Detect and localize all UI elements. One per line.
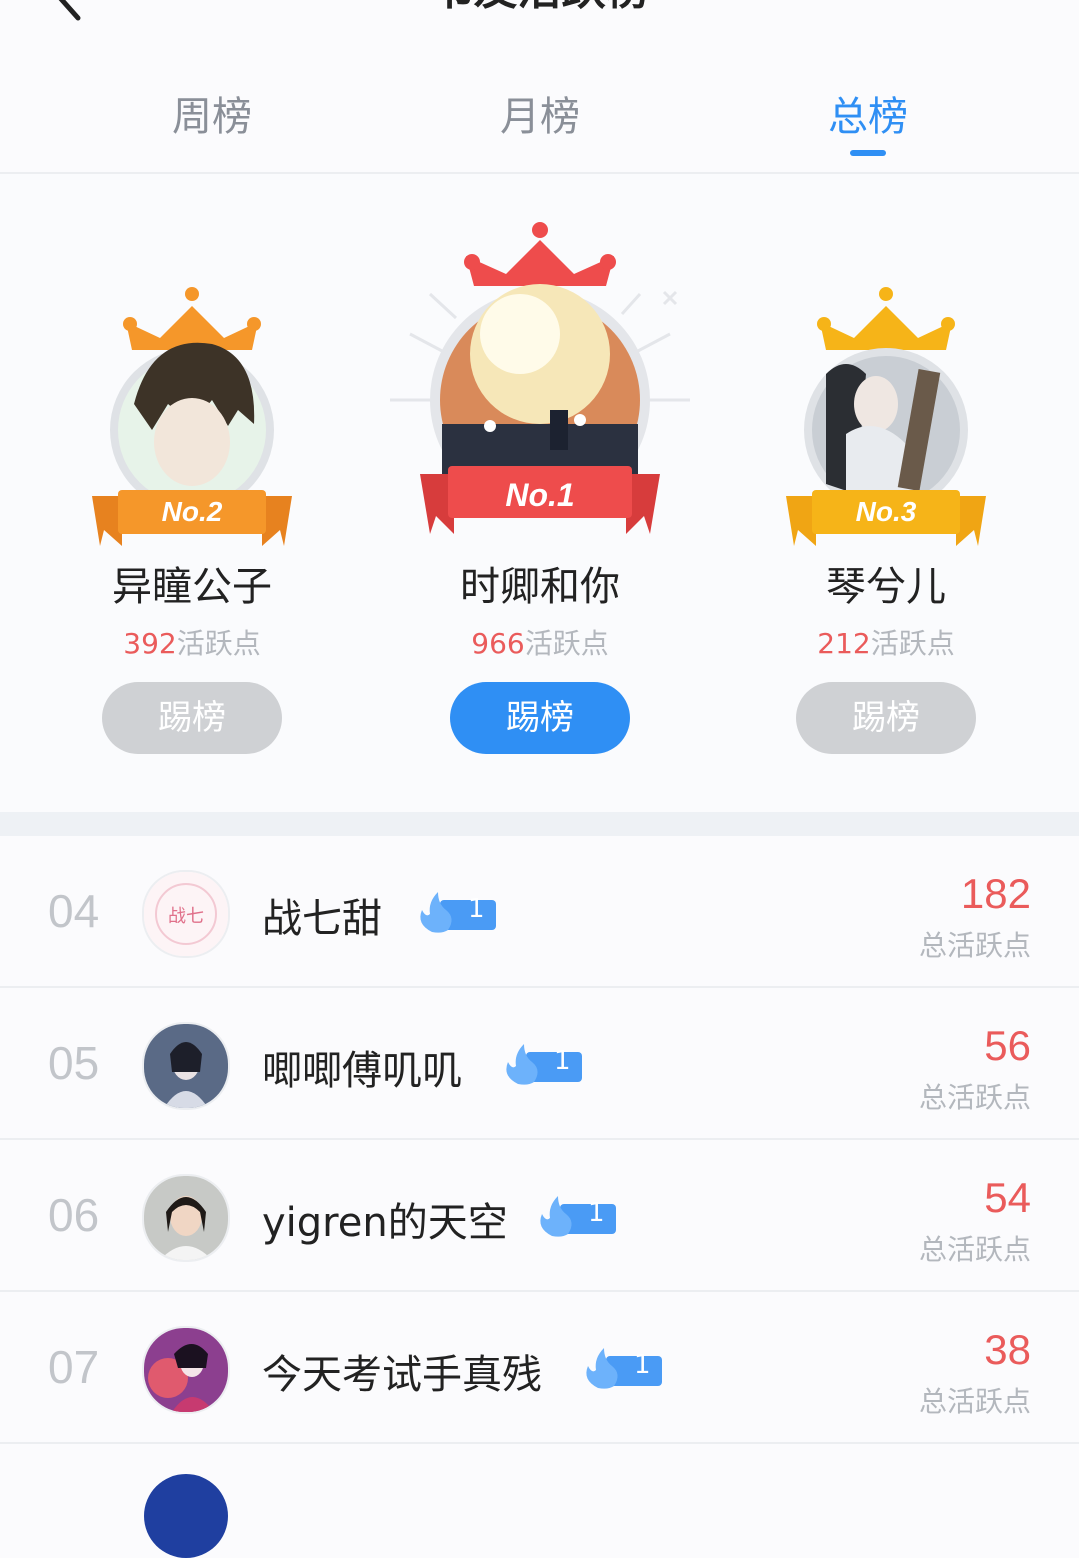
podium-rank-1: No.1 时卿和你 966活跃点 踢榜 bbox=[390, 174, 690, 810]
kick-rank-1-button[interactable]: 踢榜 bbox=[450, 682, 630, 754]
avatar bbox=[142, 1022, 230, 1110]
list-item[interactable]: 05 唧唧傅叽叽 1 56 总活跃点 bbox=[0, 988, 1079, 1140]
page-title: 书友活跃榜 bbox=[0, 0, 1079, 14]
avatar bbox=[142, 1326, 230, 1414]
badge-level: 1 bbox=[588, 1198, 605, 1228]
crown-icon bbox=[817, 287, 955, 350]
podium-rank-3: No.3 琴兮儿 212活跃点 踢榜 bbox=[736, 174, 1036, 810]
user-name: 战七甜 bbox=[262, 896, 382, 942]
title-bar: 书友活跃榜 bbox=[0, 0, 1079, 40]
podium-rank-2: No.2 异瞳公子 392活跃点 踢榜 bbox=[42, 174, 342, 810]
score-value: 182 bbox=[960, 870, 1031, 917]
badge-level: 1 bbox=[554, 1046, 571, 1076]
ranking-tabs: 周榜 月榜 总榜 bbox=[0, 60, 1079, 174]
list-item[interactable]: 04 战七 战七甜 1 182 总活跃点 bbox=[0, 836, 1079, 988]
rank-index: 06 bbox=[48, 1189, 100, 1241]
top-three-podium: No.2 异瞳公子 392活跃点 踢榜 No.1 时卿和你 966活跃点 踢榜 … bbox=[0, 174, 1079, 810]
kick-rank-3-button[interactable]: 踢榜 bbox=[796, 682, 976, 754]
rank-label: No.1 bbox=[505, 477, 574, 513]
rank-label: No.3 bbox=[856, 496, 917, 527]
score-value: 212 bbox=[817, 627, 871, 660]
score-unit: 活跃点 bbox=[176, 627, 261, 660]
score-value: 54 bbox=[984, 1174, 1031, 1221]
score-label: 总活跃点 bbox=[918, 1385, 1031, 1418]
user-name: 唧唧傅叽叽 bbox=[262, 1048, 462, 1094]
avatar bbox=[142, 1174, 230, 1262]
list-item-partial[interactable] bbox=[0, 1444, 1079, 1558]
user-name: 今天考试手真残 bbox=[262, 1352, 542, 1398]
rank-index: 07 bbox=[48, 1341, 100, 1393]
rank-3-score: 212活跃点 bbox=[736, 622, 1036, 662]
rank-index: 05 bbox=[48, 1037, 100, 1089]
tab-monthly[interactable]: 月榜 bbox=[440, 84, 640, 142]
list-item[interactable]: 07 今天考试手真残 1 38 总活跃点 bbox=[0, 1292, 1079, 1444]
rank-3-avatar-frame[interactable]: No.3 bbox=[736, 174, 1036, 554]
rank-index: 04 bbox=[48, 885, 100, 937]
score-value: 966 bbox=[471, 627, 525, 660]
rank-1-name: 时卿和你 bbox=[460, 564, 620, 610]
score-unit: 活跃点 bbox=[524, 627, 609, 660]
svg-text:战七: 战七 bbox=[168, 906, 204, 927]
rank-2-score: 392活跃点 bbox=[42, 622, 342, 662]
score-label: 总活跃点 bbox=[918, 1081, 1031, 1114]
score-label: 总活跃点 bbox=[918, 929, 1031, 962]
rank-label: No.2 bbox=[162, 496, 223, 527]
tab-weekly[interactable]: 周榜 bbox=[112, 84, 312, 142]
badge-level: 1 bbox=[634, 1350, 651, 1380]
score-label: 总活跃点 bbox=[918, 1233, 1031, 1266]
crown-icon bbox=[464, 222, 616, 286]
rank-1-score: 966活跃点 bbox=[390, 622, 690, 662]
section-divider bbox=[0, 812, 1079, 836]
tab-total[interactable]: 总榜 bbox=[768, 84, 968, 142]
score-value: 56 bbox=[984, 1022, 1031, 1069]
list-item[interactable]: 06 yigren的天空 1 54 总活跃点 bbox=[0, 1140, 1079, 1292]
rank-1-avatar-frame[interactable]: No.1 bbox=[390, 174, 690, 554]
avatar: 战七 bbox=[142, 870, 230, 958]
crown-icon bbox=[123, 287, 261, 350]
user-name: yigren的天空 bbox=[262, 1200, 508, 1246]
active-tab-indicator bbox=[850, 150, 886, 156]
score-value: 38 bbox=[984, 1326, 1031, 1373]
rank-3-name: 琴兮儿 bbox=[826, 564, 946, 610]
badge-level: 1 bbox=[468, 894, 485, 924]
score-value: 392 bbox=[123, 627, 177, 660]
kick-rank-2-button[interactable]: 踢榜 bbox=[102, 682, 282, 754]
score-unit: 活跃点 bbox=[870, 627, 955, 660]
rank-2-avatar-frame[interactable]: No.2 bbox=[42, 174, 342, 554]
avatar bbox=[144, 1474, 228, 1558]
rank-2-name: 异瞳公子 bbox=[112, 564, 272, 610]
avatar-image bbox=[812, 356, 960, 504]
ranking-list: 04 战七 战七甜 1 182 总活跃点 05 唧唧傅叽叽 1 56 总活跃点 … bbox=[0, 836, 1079, 1558]
